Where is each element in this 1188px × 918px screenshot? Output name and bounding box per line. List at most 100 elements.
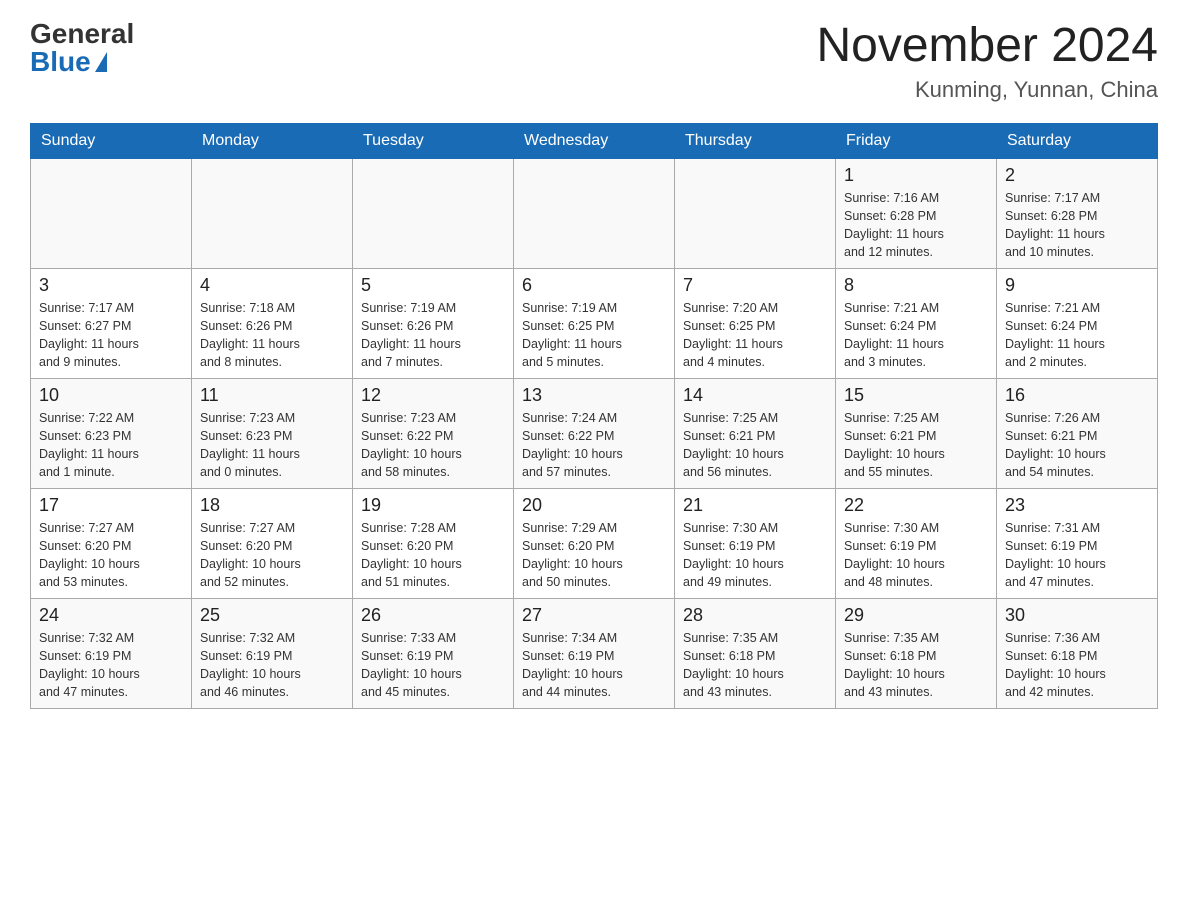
day-number: 15 — [844, 385, 988, 406]
month-title: November 2024 — [816, 20, 1158, 73]
day-info: Sunrise: 7:36 AM Sunset: 6:18 PM Dayligh… — [1005, 629, 1149, 702]
calendar-cell: 4Sunrise: 7:18 AM Sunset: 6:26 PM Daylig… — [192, 268, 353, 378]
logo-blue-text: Blue — [30, 48, 107, 76]
calendar-cell: 17Sunrise: 7:27 AM Sunset: 6:20 PM Dayli… — [31, 488, 192, 598]
calendar-cell: 14 Sunrise: 7:25 AM Sunset: 6:21 PM Dayli… — [675, 378, 836, 488]
calendar-cell: 27 Sunrise: 7:34 AM Sunset: 6:19 PM Dayli… — [514, 598, 675, 708]
day-info: Sunrise: 7:17 AM Sunset: 6:27 PM Dayligh… — [39, 299, 183, 372]
day-number: 4 — [200, 275, 344, 296]
page-header: General Blue November 2024 Kunming, Yunn… — [30, 20, 1158, 103]
day-info: Sunrise: 7:30 AM Sunset: 6:19 PM Dayligh… — [844, 519, 988, 592]
calendar-cell: 15 Sunrise: 7:25 AM Sunset: 6:21 PM Dayli… — [836, 378, 997, 488]
day-number: 9 — [1005, 275, 1149, 296]
day-number: 7 — [683, 275, 827, 296]
day-info: Sunrise: 7:33 AM Sunset: 6:19 PM Dayligh… — [361, 629, 505, 702]
calendar-cell — [192, 158, 353, 268]
day-of-week-header: Saturday — [997, 123, 1158, 158]
location-title: Kunming, Yunnan, China — [816, 77, 1158, 103]
calendar-cell: 11 Sunrise: 7:23 AM Sunset: 6:23 PM Dayli… — [192, 378, 353, 488]
day-number: 3 — [39, 275, 183, 296]
day-number: 21 — [683, 495, 827, 516]
day-info: Sunrise: 7:27 AM Sunset: 6:20 PM Dayligh… — [200, 519, 344, 592]
calendar-cell — [353, 158, 514, 268]
calendar-cell: 29Sunrise: 7:35 AM Sunset: 6:18 PM Dayli… — [836, 598, 997, 708]
day-info: Sunrise: 7:21 AM Sunset: 6:24 PM Dayligh… — [1005, 299, 1149, 372]
calendar-cell: 18Sunrise: 7:27 AM Sunset: 6:20 PM Dayli… — [192, 488, 353, 598]
day-info: Sunrise: 7:17 AM Sunset: 6:28 PM Dayligh… — [1005, 189, 1149, 262]
day-of-week-header: Monday — [192, 123, 353, 158]
day-info: Sunrise: 7:24 AM Sunset: 6:22 PM Dayligh… — [522, 409, 666, 482]
day-info: Sunrise: 7:25 AM Sunset: 6:21 PM Dayligh… — [844, 409, 988, 482]
calendar-cell: 16Sunrise: 7:26 AM Sunset: 6:21 PM Dayli… — [997, 378, 1158, 488]
day-info: Sunrise: 7:30 AM Sunset: 6:19 PM Dayligh… — [683, 519, 827, 592]
day-info: Sunrise: 7:25 AM Sunset: 6:21 PM Dayligh… — [683, 409, 827, 482]
day-info: Sunrise: 7:35 AM Sunset: 6:18 PM Dayligh… — [683, 629, 827, 702]
calendar-cell: 25 Sunrise: 7:32 AM Sunset: 6:19 PM Dayli… — [192, 598, 353, 708]
day-number: 30 — [1005, 605, 1149, 626]
calendar-cell: 7 Sunrise: 7:20 AM Sunset: 6:25 PM Daylig… — [675, 268, 836, 378]
day-info: Sunrise: 7:19 AM Sunset: 6:25 PM Dayligh… — [522, 299, 666, 372]
logo-triangle-icon — [95, 52, 107, 72]
day-info: Sunrise: 7:19 AM Sunset: 6:26 PM Dayligh… — [361, 299, 505, 372]
calendar-header: SundayMondayTuesdayWednesdayThursdayFrid… — [31, 123, 1158, 158]
day-info: Sunrise: 7:16 AM Sunset: 6:28 PM Dayligh… — [844, 189, 988, 262]
calendar-cell: 3 Sunrise: 7:17 AM Sunset: 6:27 PM Daylig… — [31, 268, 192, 378]
day-number: 24 — [39, 605, 183, 626]
day-number: 28 — [683, 605, 827, 626]
day-info: Sunrise: 7:31 AM Sunset: 6:19 PM Dayligh… — [1005, 519, 1149, 592]
day-number: 25 — [200, 605, 344, 626]
day-number: 13 — [522, 385, 666, 406]
calendar-cell: 6 Sunrise: 7:19 AM Sunset: 6:25 PM Daylig… — [514, 268, 675, 378]
calendar-cell: 22 Sunrise: 7:30 AM Sunset: 6:19 PM Dayli… — [836, 488, 997, 598]
day-number: 5 — [361, 275, 505, 296]
calendar-week-row: 3 Sunrise: 7:17 AM Sunset: 6:27 PM Daylig… — [31, 268, 1158, 378]
day-of-week-header: Thursday — [675, 123, 836, 158]
logo-general-text: General — [30, 20, 134, 48]
calendar-cell: 28 Sunrise: 7:35 AM Sunset: 6:18 PM Dayli… — [675, 598, 836, 708]
day-number: 11 — [200, 385, 344, 406]
calendar-cell: 10Sunrise: 7:22 AM Sunset: 6:23 PM Dayli… — [31, 378, 192, 488]
day-number: 23 — [1005, 495, 1149, 516]
day-number: 2 — [1005, 165, 1149, 186]
calendar-week-row: 17Sunrise: 7:27 AM Sunset: 6:20 PM Dayli… — [31, 488, 1158, 598]
day-info: Sunrise: 7:32 AM Sunset: 6:19 PM Dayligh… — [39, 629, 183, 702]
logo: General Blue — [30, 20, 134, 76]
day-info: Sunrise: 7:20 AM Sunset: 6:25 PM Dayligh… — [683, 299, 827, 372]
day-info: Sunrise: 7:21 AM Sunset: 6:24 PM Dayligh… — [844, 299, 988, 372]
calendar-cell: 8 Sunrise: 7:21 AM Sunset: 6:24 PM Daylig… — [836, 268, 997, 378]
day-number: 22 — [844, 495, 988, 516]
calendar-cell: 24 Sunrise: 7:32 AM Sunset: 6:19 PM Dayli… — [31, 598, 192, 708]
day-number: 14 — [683, 385, 827, 406]
day-number: 6 — [522, 275, 666, 296]
calendar-table: SundayMondayTuesdayWednesdayThursdayFrid… — [30, 123, 1158, 709]
day-info: Sunrise: 7:27 AM Sunset: 6:20 PM Dayligh… — [39, 519, 183, 592]
calendar-cell — [31, 158, 192, 268]
calendar-cell: 5 Sunrise: 7:19 AM Sunset: 6:26 PM Daylig… — [353, 268, 514, 378]
day-info: Sunrise: 7:23 AM Sunset: 6:22 PM Dayligh… — [361, 409, 505, 482]
calendar-cell: 23 Sunrise: 7:31 AM Sunset: 6:19 PM Dayli… — [997, 488, 1158, 598]
day-info: Sunrise: 7:23 AM Sunset: 6:23 PM Dayligh… — [200, 409, 344, 482]
calendar-week-row: 1 Sunrise: 7:16 AM Sunset: 6:28 PM Daylig… — [31, 158, 1158, 268]
calendar-cell — [514, 158, 675, 268]
calendar-cell: 30 Sunrise: 7:36 AM Sunset: 6:18 PM Dayli… — [997, 598, 1158, 708]
day-info: Sunrise: 7:35 AM Sunset: 6:18 PM Dayligh… — [844, 629, 988, 702]
calendar-week-row: 10Sunrise: 7:22 AM Sunset: 6:23 PM Dayli… — [31, 378, 1158, 488]
day-of-week-header: Sunday — [31, 123, 192, 158]
day-info: Sunrise: 7:22 AM Sunset: 6:23 PM Dayligh… — [39, 409, 183, 482]
title-section: November 2024 Kunming, Yunnan, China — [816, 20, 1158, 103]
day-of-week-header: Wednesday — [514, 123, 675, 158]
day-number: 16 — [1005, 385, 1149, 406]
calendar-cell: 13 Sunrise: 7:24 AM Sunset: 6:22 PM Dayli… — [514, 378, 675, 488]
calendar-cell: 1 Sunrise: 7:16 AM Sunset: 6:28 PM Daylig… — [836, 158, 997, 268]
calendar-cell: 20Sunrise: 7:29 AM Sunset: 6:20 PM Dayli… — [514, 488, 675, 598]
day-info: Sunrise: 7:34 AM Sunset: 6:19 PM Dayligh… — [522, 629, 666, 702]
calendar-cell: 9 Sunrise: 7:21 AM Sunset: 6:24 PM Daylig… — [997, 268, 1158, 378]
calendar-cell — [675, 158, 836, 268]
day-number: 27 — [522, 605, 666, 626]
day-number: 8 — [844, 275, 988, 296]
calendar-cell: 21 Sunrise: 7:30 AM Sunset: 6:19 PM Dayli… — [675, 488, 836, 598]
day-number: 1 — [844, 165, 988, 186]
day-number: 20 — [522, 495, 666, 516]
day-info: Sunrise: 7:32 AM Sunset: 6:19 PM Dayligh… — [200, 629, 344, 702]
calendar-body: 1 Sunrise: 7:16 AM Sunset: 6:28 PM Daylig… — [31, 158, 1158, 708]
